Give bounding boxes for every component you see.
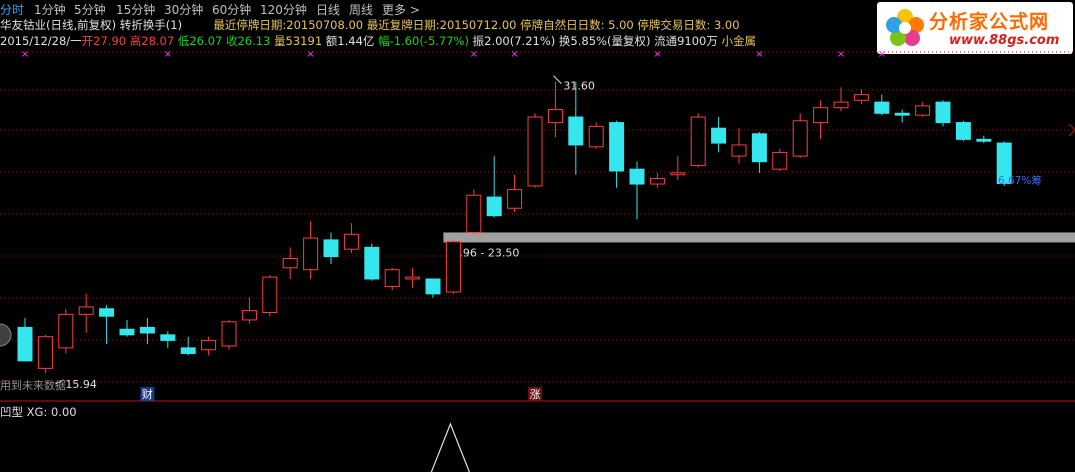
signal-mark: × xyxy=(164,49,172,60)
signal-mark: × xyxy=(306,49,314,60)
candle-body xyxy=(894,112,910,116)
signal-mark: × xyxy=(653,49,661,60)
chip-band xyxy=(443,232,1075,243)
candle-body xyxy=(221,321,237,347)
scroll-left-icon xyxy=(0,323,12,347)
candle-body xyxy=(527,116,543,187)
candle-body xyxy=(323,239,339,258)
candle-body xyxy=(139,326,155,334)
candlestick-chart: × × × × × × × × ×22.96 - 23.5031.6015.946.67%筹财涨 xyxy=(0,49,1075,472)
candle-body xyxy=(874,101,890,114)
candle-body xyxy=(711,127,727,144)
candle-body xyxy=(364,246,380,280)
candle-body xyxy=(17,326,33,362)
badge-label: 财 xyxy=(142,387,153,401)
candle-body xyxy=(201,339,217,351)
badge-label: 涨 xyxy=(530,388,541,401)
candle-body xyxy=(649,177,665,185)
sub-panel-label: 凹型 XG: 0.00 xyxy=(0,404,77,420)
high-label: 31.60 xyxy=(563,80,595,93)
sub-panel-name: 凹型 xyxy=(0,405,23,419)
candle-body xyxy=(731,144,747,157)
candle-body xyxy=(507,189,523,209)
candle-body xyxy=(160,334,176,341)
candle-body xyxy=(853,94,869,101)
high-pointer xyxy=(553,75,562,85)
candle-body xyxy=(609,122,625,172)
candle-body xyxy=(813,107,829,124)
low-label: 15.94 xyxy=(65,378,97,391)
candle-body xyxy=(180,347,196,354)
candle-body xyxy=(58,313,74,349)
candle-body xyxy=(486,196,502,217)
xg-value: 0.00 xyxy=(50,405,77,419)
future-data-hint: 用到未来数据 xyxy=(0,379,66,392)
candle-body xyxy=(792,120,808,157)
candle-body xyxy=(751,133,767,163)
candle-body xyxy=(405,276,421,280)
candle-body xyxy=(384,269,400,287)
candle-body xyxy=(37,336,53,369)
candle-body xyxy=(466,194,482,233)
candle-body xyxy=(955,122,971,140)
candle-body xyxy=(445,241,461,293)
candle-body xyxy=(690,116,706,166)
candle-body xyxy=(119,328,135,336)
candle-body xyxy=(670,172,686,176)
candle-body xyxy=(547,109,563,124)
candle-body xyxy=(303,237,319,271)
candle-body xyxy=(915,105,931,116)
signal-mark: × xyxy=(878,49,886,60)
candle-body xyxy=(588,125,604,148)
candle-body xyxy=(976,138,992,142)
xg-label: XG: xyxy=(26,405,48,419)
candle-body xyxy=(425,278,441,295)
signal-mark: × xyxy=(837,49,845,60)
candle-body xyxy=(78,306,94,315)
signal-mark: × xyxy=(755,49,763,60)
candle-body xyxy=(343,233,359,250)
candle-body xyxy=(282,258,298,269)
signal-mark: × xyxy=(21,49,29,60)
signal-mark: × xyxy=(470,49,478,60)
candle-body xyxy=(99,308,115,317)
candle-body xyxy=(629,168,645,185)
candle-body xyxy=(833,101,849,109)
candle-body xyxy=(935,101,951,124)
chip-percent-label: 6.67%筹 xyxy=(998,174,1042,187)
candle-body xyxy=(241,310,257,321)
right-edge-tick xyxy=(1068,129,1075,137)
candle-body xyxy=(568,116,584,146)
candle-body xyxy=(772,151,788,170)
candle-body xyxy=(262,276,278,313)
signal-mark: × xyxy=(510,49,518,60)
right-edge-tick xyxy=(1068,123,1075,131)
xg-signal-line xyxy=(430,422,470,472)
